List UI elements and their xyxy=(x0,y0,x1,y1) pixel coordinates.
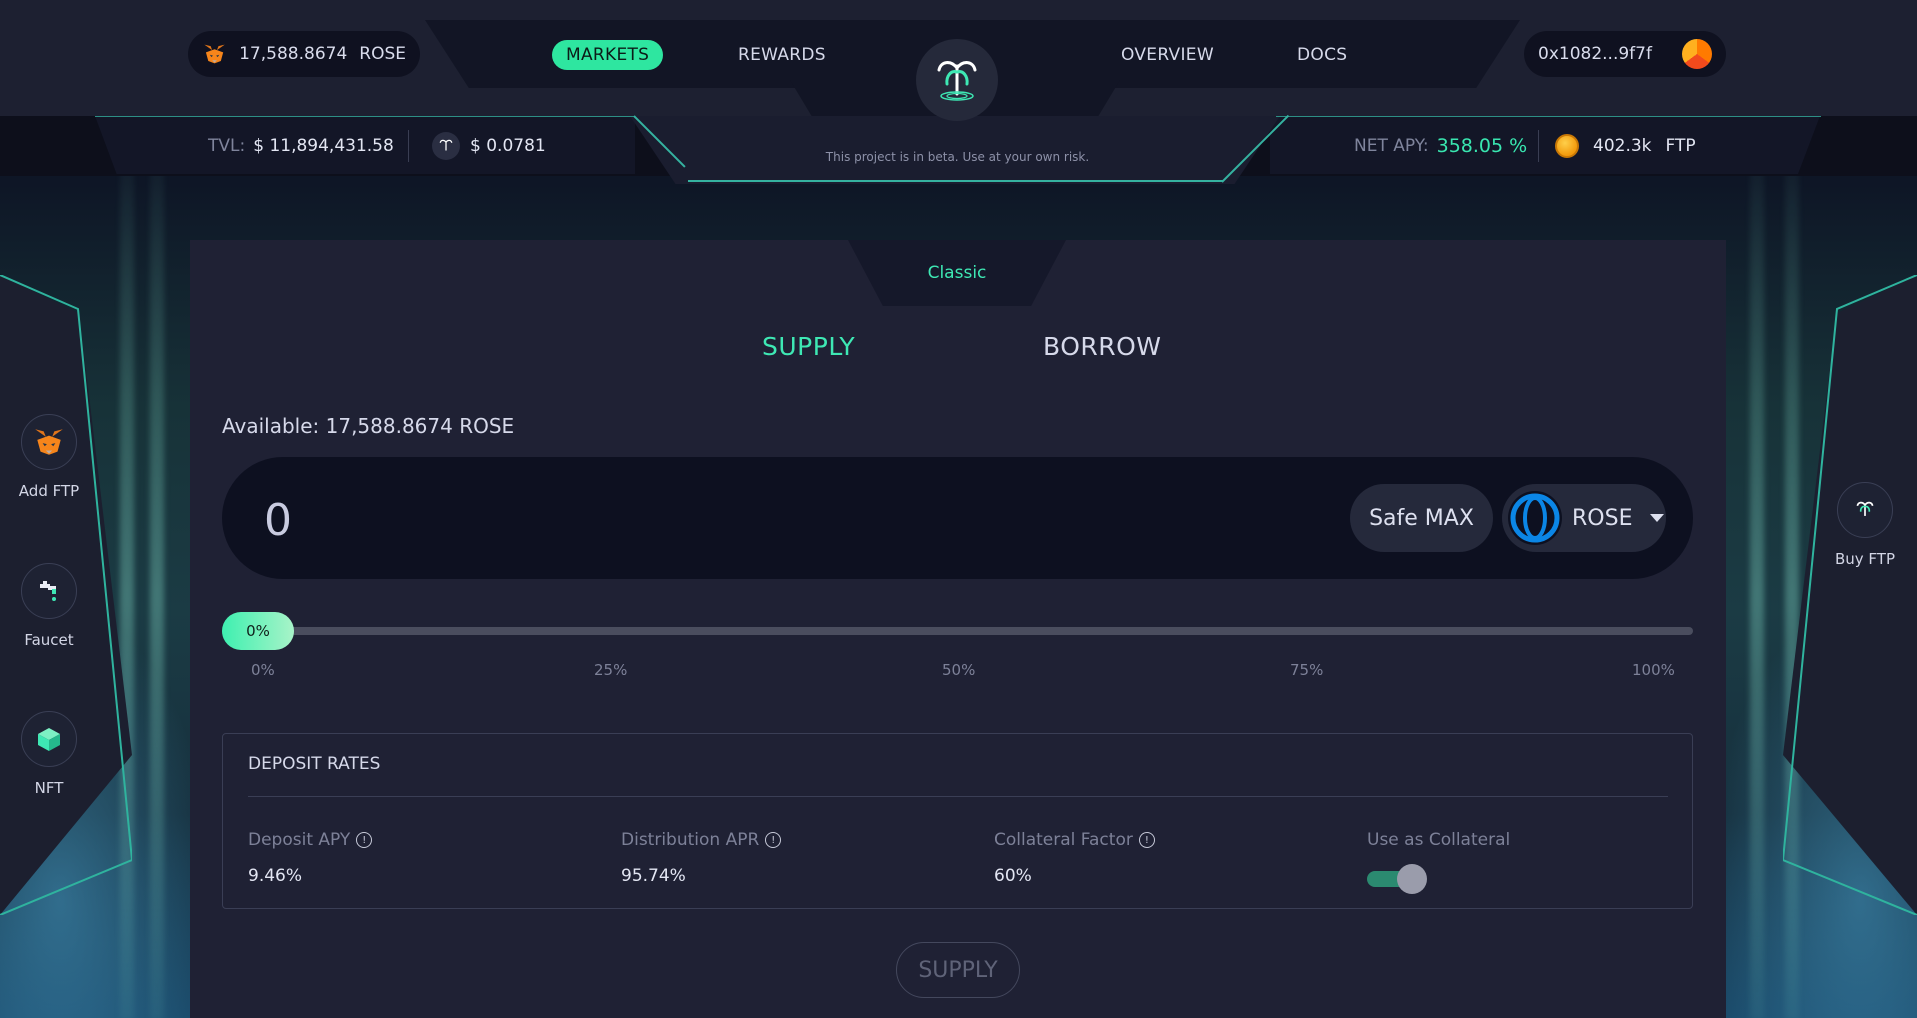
stats-divider xyxy=(1538,130,1539,162)
nft-button[interactable]: NFT xyxy=(4,711,94,797)
supply-submit-button[interactable]: SUPPLY xyxy=(896,942,1020,998)
rate-label-text: Deposit APY xyxy=(248,830,351,850)
background-light-stripe xyxy=(1750,170,1764,1018)
slider-tick-label: 0% xyxy=(251,661,275,679)
stats-divider xyxy=(408,130,409,162)
rate-label-text: Use as Collateral xyxy=(1367,830,1511,850)
stats-bar-right xyxy=(1270,116,1820,174)
fountain-logo-icon xyxy=(937,61,977,101)
balance-amount: 17,588.8674 xyxy=(239,44,348,64)
deposit-apy-value: 9.46% xyxy=(248,866,303,886)
rose-token-icon xyxy=(1508,491,1562,545)
ftp-token: FTP xyxy=(1665,136,1696,156)
slider-tick-label: 75% xyxy=(1290,661,1324,679)
deposit-apy-label: Deposit APY ! xyxy=(248,830,373,850)
tab-supply[interactable]: SUPPLY xyxy=(762,332,855,361)
right-sidebar-edge xyxy=(1783,275,1917,915)
metamask-fox-icon xyxy=(35,429,63,455)
ftp-coin-icon xyxy=(1555,134,1579,158)
use-as-collateral-label: Use as Collateral xyxy=(1367,830,1510,850)
nft-circle xyxy=(21,711,77,767)
info-icon[interactable]: ! xyxy=(1138,832,1155,848)
fountain-logo-icon xyxy=(1856,501,1874,516)
slider-tick-label: 50% xyxy=(942,661,976,679)
nav-docs[interactable]: DOCS xyxy=(1297,40,1347,70)
use-as-collateral-toggle[interactable] xyxy=(1367,864,1427,894)
metamask-fox-icon xyxy=(204,44,225,64)
net-apy-stat: NET APY: 358.05 % xyxy=(1354,131,1527,161)
faucet-label: Faucet xyxy=(24,631,74,649)
tvl-stat: TVL: $ 11,894,431.58 xyxy=(208,131,394,161)
slider-tick-label: 25% xyxy=(594,661,628,679)
add-ftp-button[interactable]: Add FTP xyxy=(4,414,94,500)
wallet-balance-pill[interactable]: 17,588.8674 ROSE xyxy=(188,31,420,77)
faucet-button[interactable]: Faucet xyxy=(4,563,94,649)
tvl-value: $ 11,894,431.58 xyxy=(253,136,394,156)
fountain-logo[interactable] xyxy=(916,39,998,121)
faucet-tap-icon xyxy=(40,581,56,601)
slider-tick-label: 100% xyxy=(1632,661,1675,679)
nft-label: NFT xyxy=(34,779,64,797)
add-ftp-circle xyxy=(21,414,77,470)
collateral-factor-label: Collateral Factor ! xyxy=(994,830,1155,850)
wallet-avatar-icon xyxy=(1682,39,1712,69)
info-icon[interactable]: ! xyxy=(765,832,782,848)
ftp-amount: 402.3k xyxy=(1593,136,1652,156)
available-balance: Available: 17,588.8674 ROSE xyxy=(222,414,515,438)
wallet-address-pill[interactable]: 0x1082...9f7f xyxy=(1524,31,1726,77)
buy-ftp-label: Buy FTP xyxy=(1834,550,1895,568)
divider xyxy=(248,796,1668,797)
rate-label-text: Collateral Factor xyxy=(994,830,1133,850)
fountain-logo-icon xyxy=(432,132,460,160)
collateral-factor-value: 60% xyxy=(994,866,1032,886)
net-apy-label: NET APY: xyxy=(1354,136,1429,156)
buy-ftp-button[interactable]: Buy FTP xyxy=(1820,482,1910,568)
nft-cube-icon xyxy=(38,728,60,751)
amount-slider-track[interactable] xyxy=(256,627,1693,635)
nav-overview[interactable]: OVERVIEW xyxy=(1121,40,1214,70)
balance-token: ROSE xyxy=(359,44,406,64)
accent-line xyxy=(1276,116,1821,117)
beta-notice: This project is in beta. Use at your own… xyxy=(825,150,1090,164)
token-price-stat: $ 0.0781 xyxy=(432,131,546,161)
ftp-balance-stat: 402.3k FTP xyxy=(1555,131,1696,161)
mode-tab-classic[interactable]: Classic xyxy=(848,240,1066,306)
nav-markets[interactable]: MARKETS xyxy=(552,40,664,70)
chevron-down-icon xyxy=(1650,514,1665,522)
buy-ftp-circle xyxy=(1837,482,1893,538)
toggle-knob xyxy=(1397,864,1427,894)
info-icon[interactable]: ! xyxy=(356,832,373,848)
token-price-value: $ 0.0781 xyxy=(470,136,546,156)
accent-line xyxy=(95,116,635,117)
accent-line xyxy=(688,180,1223,182)
deposit-rates-title: DEPOSIT RATES xyxy=(248,754,381,774)
net-apy-value: 358.05 % xyxy=(1436,135,1528,157)
amount-input[interactable] xyxy=(264,490,864,550)
nav-rewards[interactable]: REWARDS xyxy=(738,40,826,70)
rate-label-text: Distribution APR xyxy=(621,830,760,850)
wallet-address: 0x1082...9f7f xyxy=(1538,44,1652,64)
tab-borrow[interactable]: BORROW xyxy=(1043,332,1162,361)
amount-slider-thumb[interactable]: 0% xyxy=(222,612,294,650)
add-ftp-label: Add FTP xyxy=(18,482,80,500)
safe-max-button[interactable]: Safe MAX xyxy=(1350,484,1493,552)
tvl-label: TVL: xyxy=(208,136,246,156)
selected-token-label: ROSE xyxy=(1572,505,1633,531)
deposit-rates-card xyxy=(222,733,1693,909)
faucet-circle xyxy=(21,563,77,619)
background-light-stripe xyxy=(150,170,164,1018)
distribution-apr-value: 95.74% xyxy=(621,866,686,886)
distribution-apr-label: Distribution APR ! xyxy=(621,830,782,850)
token-selector[interactable]: ROSE xyxy=(1502,484,1666,552)
